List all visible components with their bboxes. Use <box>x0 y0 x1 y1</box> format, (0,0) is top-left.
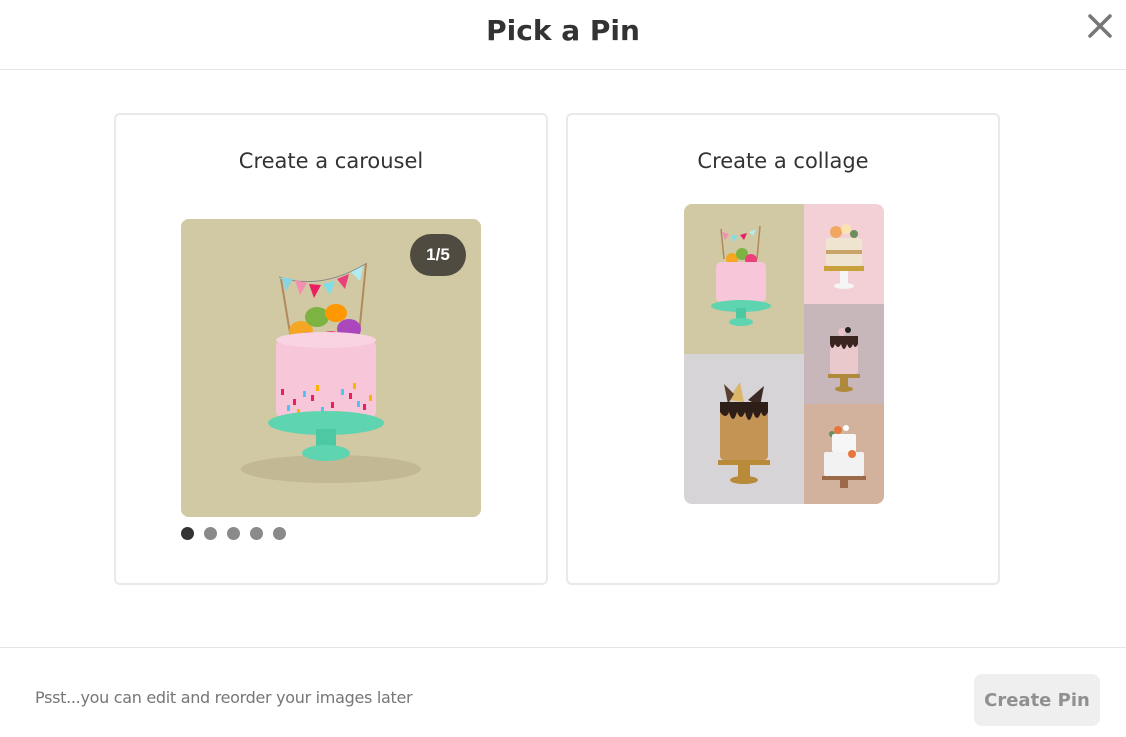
collage-image-2 <box>804 204 884 304</box>
collage-option-title: Create a collage <box>697 149 869 173</box>
dialog-header: Pick a Pin <box>0 0 1126 70</box>
carousel-pagination <box>181 527 286 541</box>
slide-counter-badge: 1/5 <box>410 234 466 276</box>
dialog-title: Pick a Pin <box>486 14 640 47</box>
collage-image-4 <box>684 354 804 504</box>
close-button[interactable] <box>1084 10 1116 42</box>
dialog-footer: Psst...you can edit and reorder your ima… <box>0 647 1126 737</box>
collage-option-card[interactable]: Create a collage <box>566 113 1000 585</box>
carousel-option-card[interactable]: Create a carousel 1/5 <box>114 113 548 585</box>
carousel-dot-2[interactable] <box>204 527 217 540</box>
footer-hint: Psst...you can edit and reorder your ima… <box>35 688 413 707</box>
carousel-dot-4[interactable] <box>250 527 263 540</box>
carousel-dot-1[interactable] <box>181 527 194 540</box>
carousel-option-title: Create a carousel <box>238 149 424 173</box>
carousel-dot-3[interactable] <box>227 527 240 540</box>
create-pin-button[interactable]: Create Pin <box>974 674 1100 726</box>
carousel-dot-5[interactable] <box>273 527 286 540</box>
collage-image-1 <box>684 204 804 354</box>
collage-image-5 <box>804 404 884 504</box>
collage-image-3 <box>804 304 884 404</box>
close-icon <box>1088 14 1112 38</box>
collage-preview <box>684 204 884 504</box>
carousel-preview-image: 1/5 <box>181 219 481 517</box>
